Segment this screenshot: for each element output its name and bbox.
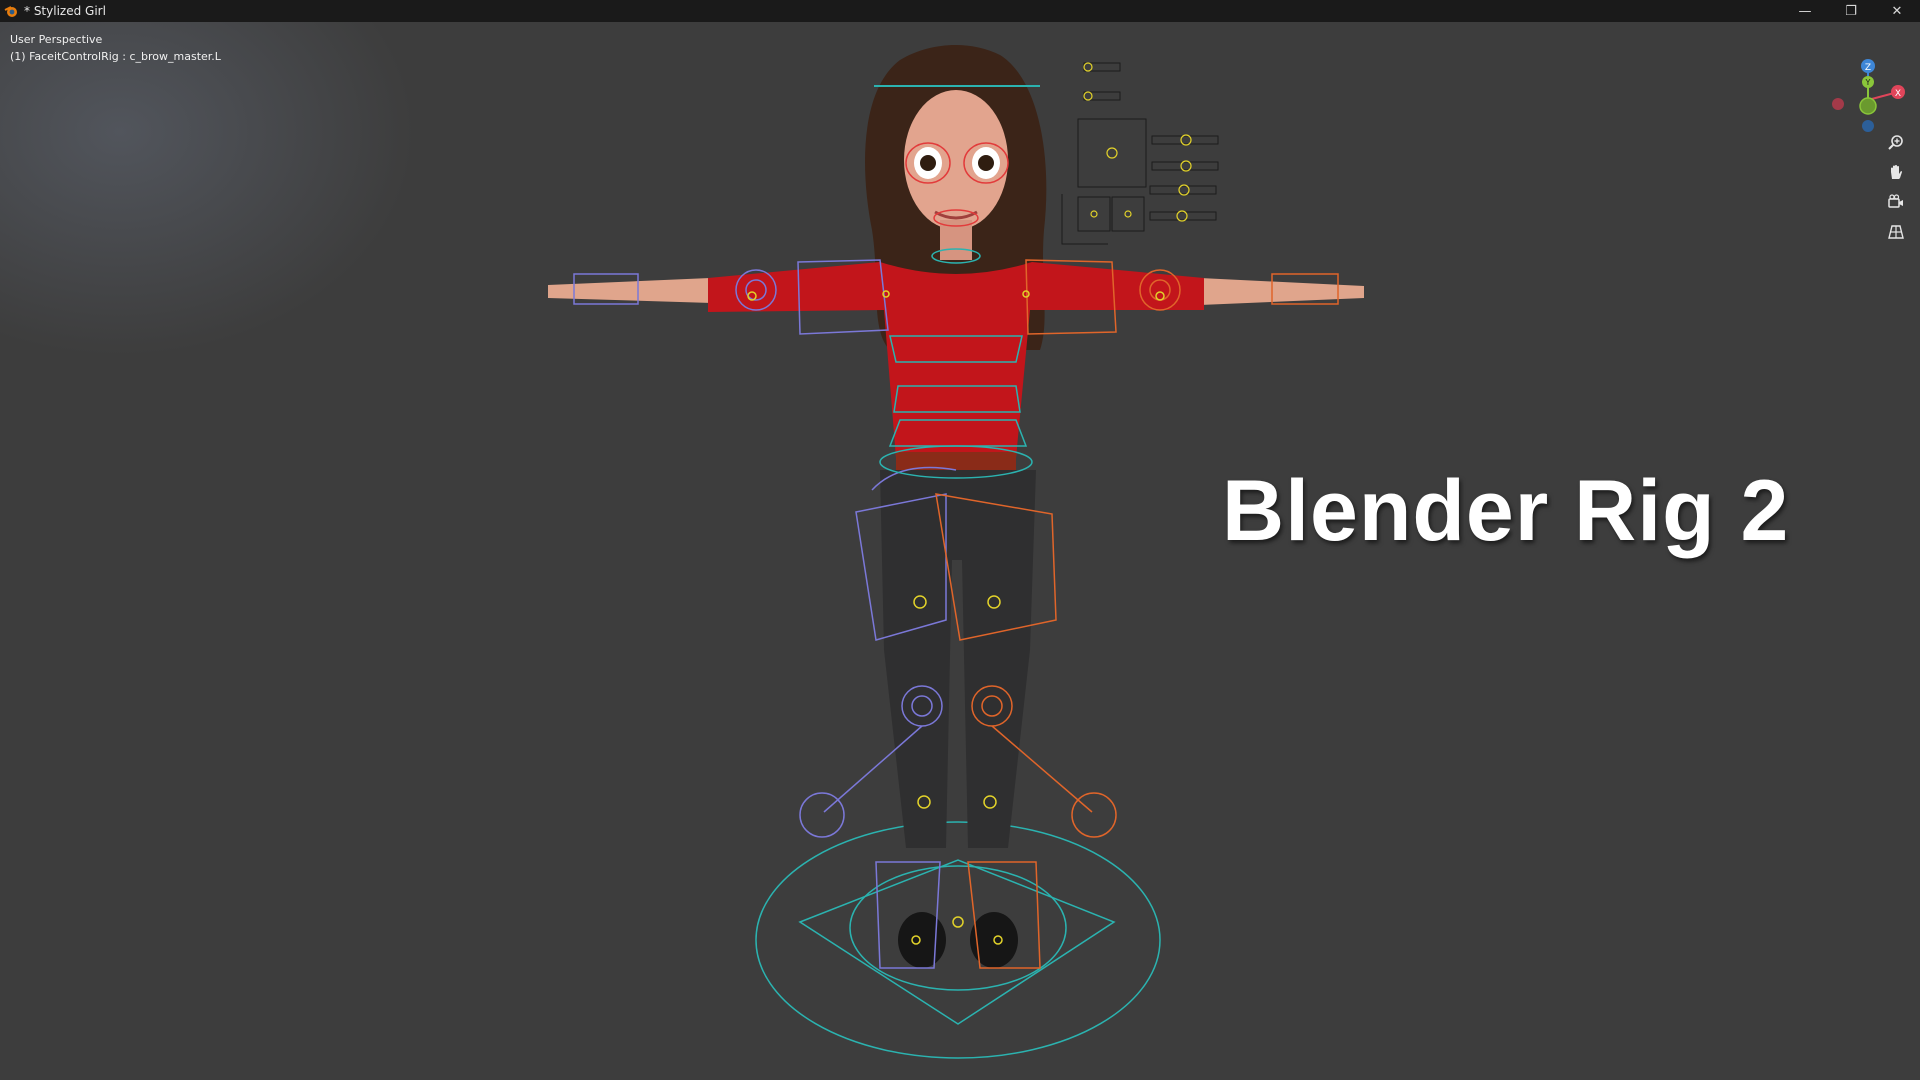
y-axis-label: Y	[1865, 78, 1871, 87]
3d-viewport[interactable]: User Perspective (1) FaceitControlRig : …	[0, 22, 1920, 1080]
close-button[interactable]: ✕	[1874, 0, 1920, 22]
x-axis-label: X	[1895, 89, 1901, 99]
grid-perspective-icon[interactable]	[1882, 218, 1910, 246]
character-shirt	[708, 262, 1204, 467]
neg-y-axis-handle[interactable]	[1859, 97, 1877, 115]
restore-button[interactable]: ❐	[1828, 0, 1874, 22]
pan-hand-icon[interactable]	[1882, 158, 1910, 186]
z-axis-label: Z	[1865, 63, 1871, 73]
title-bar: * Stylized Girl — ❐ ✕	[0, 0, 1920, 22]
left-forearm	[548, 278, 712, 303]
left-shoe	[898, 912, 946, 968]
neg-x-axis-handle[interactable]	[1832, 98, 1844, 110]
axis-navigation-gizmo[interactable]: Z X Y	[1820, 52, 1920, 132]
neg-z-axis-handle[interactable]	[1862, 120, 1874, 132]
minimize-button[interactable]: —	[1782, 0, 1828, 22]
camera-icon[interactable]	[1882, 188, 1910, 216]
blender-logo-icon	[0, 0, 22, 22]
face-control-panel[interactable]	[1061, 62, 1219, 245]
root-control[interactable]	[755, 821, 1161, 1059]
zoom-icon[interactable]	[1882, 128, 1910, 156]
character-pants	[880, 470, 1036, 848]
window-controls: — ❐ ✕	[1782, 0, 1920, 22]
right-forearm	[1200, 278, 1364, 305]
headline-text: Blender Rig 2	[1222, 463, 1790, 559]
window-title: * Stylized Girl	[24, 4, 106, 18]
